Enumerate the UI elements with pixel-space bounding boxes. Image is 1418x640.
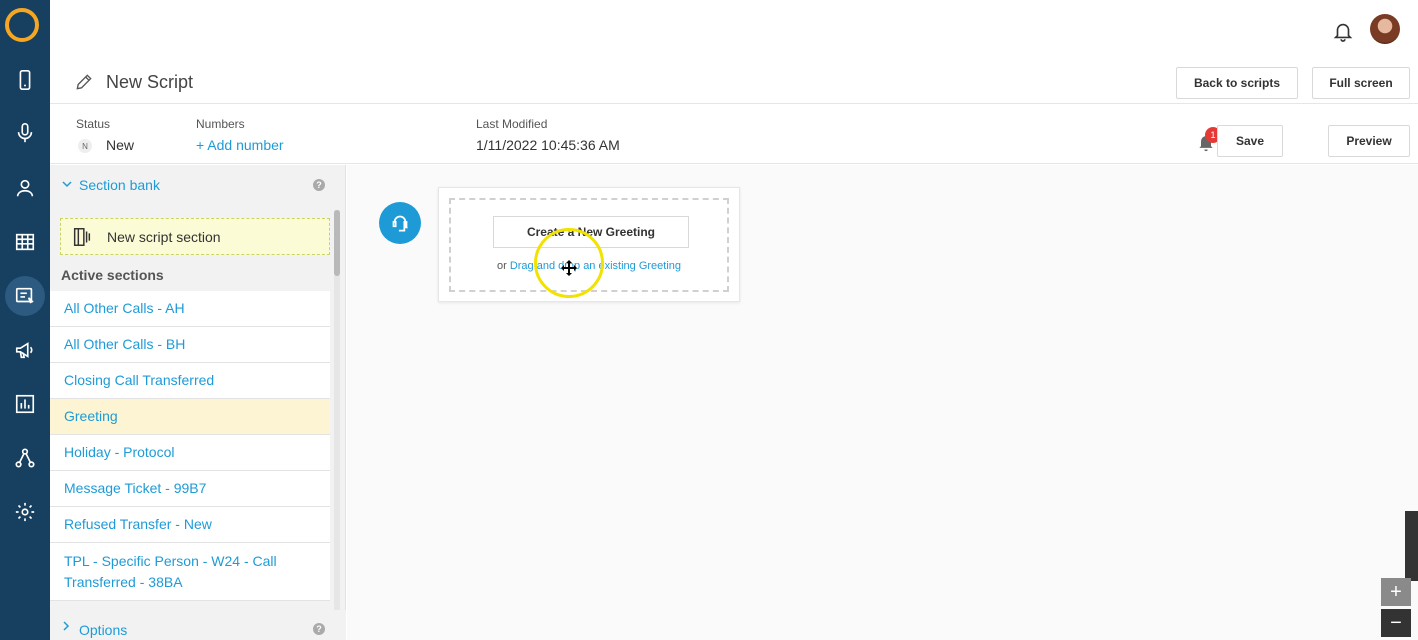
network-icon[interactable] [0, 438, 50, 478]
scrollbar-thumb[interactable] [334, 210, 340, 276]
chevron-down-icon [62, 181, 72, 188]
list-item[interactable]: Closing Call Transferred [50, 363, 330, 399]
numbers-label: Numbers [196, 117, 245, 131]
active-sections-list: All Other Calls - AH All Other Calls - B… [50, 291, 330, 601]
settings-icon[interactable] [0, 492, 50, 532]
script-canvas[interactable]: Create a New Greeting or Drag and drop a… [347, 165, 1418, 640]
list-item[interactable]: All Other Calls - AH [50, 291, 330, 327]
script-meta-row: Status N New Numbers + Add number Last M… [50, 104, 1418, 164]
notifications-bell-icon[interactable] [1332, 20, 1354, 42]
new-section-icon [73, 227, 91, 246]
top-bar [50, 0, 1418, 60]
list-item[interactable]: Holiday - Protocol [50, 435, 330, 471]
add-number-link[interactable]: + Add number [196, 137, 284, 153]
chevron-right-icon [63, 621, 70, 631]
section-bank-title: Section bank [79, 177, 160, 193]
list-item[interactable]: All Other Calls - BH [50, 327, 330, 363]
drag-prefix: or [496, 260, 510, 272]
help-icon[interactable]: ? [313, 623, 325, 635]
table-icon[interactable] [0, 222, 50, 262]
new-script-section-item[interactable]: New script section [60, 218, 330, 255]
preview-button[interactable]: Preview [1328, 125, 1410, 157]
options-title: Options [79, 622, 128, 638]
avatar[interactable] [1370, 14, 1400, 44]
back-to-scripts-button[interactable]: Back to scripts [1176, 67, 1298, 99]
user-icon[interactable] [0, 168, 50, 208]
logo-icon[interactable] [5, 8, 39, 42]
section-list-scrollbar[interactable] [334, 210, 340, 630]
list-item-selected[interactable]: Greeting [50, 399, 330, 435]
chart-icon[interactable] [0, 384, 50, 424]
script-alerts-button[interactable]: 1 [1196, 127, 1221, 152]
script-icon[interactable] [0, 276, 50, 316]
options-header[interactable]: Options ? [50, 610, 346, 640]
active-sections-heading: Active sections [61, 267, 164, 283]
status-value: New [106, 137, 135, 153]
list-item[interactable]: Refused Transfer - New [50, 507, 330, 543]
active-nav-highlight [5, 276, 45, 316]
list-item[interactable]: TPL - Specific Person - W24 - Call Trans… [50, 543, 330, 601]
agent-headset-icon [379, 202, 421, 244]
script-title-bar: New Script Back to scripts Full screen [50, 60, 1418, 104]
section-bank-header[interactable]: Section bank ? [50, 165, 346, 205]
section-bank-panel: Section bank ? New script section Active… [50, 165, 346, 640]
zoom-in-button[interactable]: + [1381, 578, 1411, 606]
microphone-icon[interactable] [0, 113, 50, 153]
status-label: Status [76, 117, 111, 131]
new-section-label: New script section [107, 228, 221, 245]
pencil-icon[interactable] [74, 72, 94, 92]
status-badge: N [78, 139, 92, 153]
last-modified-label: Last Modified [476, 117, 548, 131]
megaphone-icon[interactable] [0, 330, 50, 370]
zoom-out-button[interactable]: − [1381, 609, 1411, 637]
last-modified-value: 1/11/2022 10:45:36 AM [476, 137, 620, 153]
save-button[interactable]: Save [1217, 125, 1283, 157]
full-screen-button[interactable]: Full screen [1312, 67, 1410, 99]
page-title: New Script [106, 72, 194, 92]
phone-icon[interactable] [0, 60, 50, 100]
help-icon[interactable]: ? [313, 179, 325, 191]
side-tab-handle[interactable] [1405, 511, 1418, 581]
nav-rail [0, 0, 50, 640]
move-cursor-icon [561, 260, 577, 276]
list-item[interactable]: Message Ticket - 99B7 [50, 471, 330, 507]
